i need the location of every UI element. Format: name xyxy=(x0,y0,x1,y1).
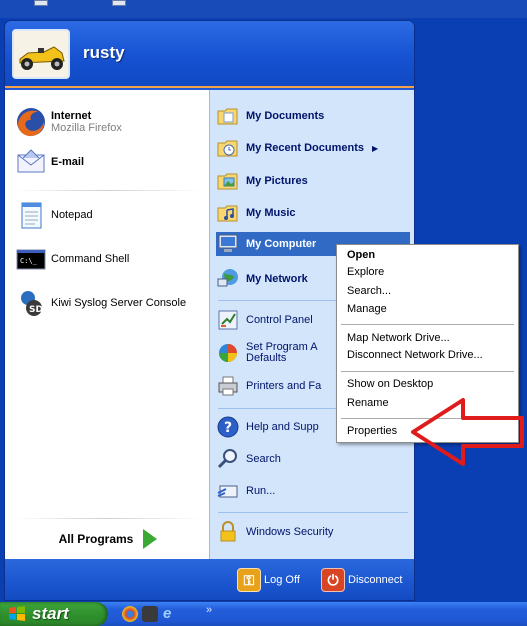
all-programs-button[interactable]: All Programs xyxy=(23,525,193,553)
set-program-access-label-2: Defaults xyxy=(246,352,287,364)
quicklaunch-kiwi-icon[interactable] xyxy=(142,606,158,622)
my-computer-label: My Computer xyxy=(246,238,317,250)
taskbar: start e » xyxy=(0,602,527,626)
start-label: start xyxy=(32,604,69,623)
start-menu-footer: ⚿ Log Off ⏻ Disconnect xyxy=(5,559,414,600)
printers-icon xyxy=(216,374,240,398)
folder-music-icon xyxy=(216,201,240,225)
log-off-label: Log Off xyxy=(264,574,300,586)
pinned-email-title: E-mail xyxy=(51,156,85,168)
user-avatar xyxy=(12,29,70,79)
windows-security[interactable]: Windows Security xyxy=(216,518,410,546)
desktop-icon[interactable] xyxy=(112,0,126,6)
control-panel-icon xyxy=(216,308,240,332)
my-computer-icon xyxy=(216,232,240,256)
recent-kiwi-syslog-label: Kiwi Syslog Server Console xyxy=(51,297,187,309)
my-music-label: My Music xyxy=(246,207,296,219)
separator xyxy=(341,324,514,325)
pinned-email[interactable]: E-mail xyxy=(15,146,84,178)
recent-command-shell-label: Command Shell xyxy=(51,253,130,265)
submenu-arrow-icon: ▶ xyxy=(371,143,379,153)
control-panel-label: Control Panel xyxy=(246,314,313,326)
search-label: Search xyxy=(246,453,281,465)
ctx-show-on-desktop[interactable]: Show on Desktop xyxy=(347,378,433,390)
recent-notepad-label: Notepad xyxy=(51,209,93,221)
desktop-icon[interactable] xyxy=(34,0,48,6)
help-icon: ? xyxy=(216,415,240,439)
folder-documents-icon xyxy=(216,104,240,128)
svg-text:?: ? xyxy=(224,420,232,436)
separator xyxy=(13,190,201,191)
my-network-label: My Network xyxy=(246,273,308,285)
green-arrow-icon xyxy=(143,529,158,549)
start-button[interactable]: start xyxy=(0,602,108,626)
run-label: Run... xyxy=(246,485,276,497)
kiwi-syslog-icon: SD xyxy=(15,287,47,319)
ctx-explore[interactable]: Explore xyxy=(347,266,384,278)
ctx-rename[interactable]: Rename xyxy=(347,397,389,409)
notepad-icon xyxy=(15,199,47,231)
disconnect-power-icon: ⏻ xyxy=(321,568,345,592)
windows-security-label: Windows Security xyxy=(246,526,334,538)
search[interactable]: Search xyxy=(216,445,410,473)
quicklaunch-chrome-icon[interactable] xyxy=(122,606,138,622)
quicklaunch-overflow-chevron[interactable]: » xyxy=(206,604,212,616)
run-icon xyxy=(216,479,240,503)
my-music[interactable]: My Music xyxy=(216,199,410,227)
run[interactable]: Run... xyxy=(216,477,410,505)
help-and-support-label: Help and Supp xyxy=(246,421,319,433)
svg-text:SD: SD xyxy=(29,305,43,315)
my-documents[interactable]: My Documents xyxy=(216,102,410,130)
context-menu: Open Explore Search... Manage Map Networ… xyxy=(336,244,519,443)
ctx-map-network-drive[interactable]: Map Network Drive... xyxy=(347,332,450,344)
pinned-internet-title: Internet xyxy=(51,110,92,122)
log-off-button[interactable]: ⚿ Log Off xyxy=(237,568,300,592)
separator xyxy=(341,418,514,419)
program-defaults-icon xyxy=(216,341,240,365)
windows-security-lock-icon xyxy=(216,520,240,544)
desktop-background xyxy=(0,0,527,18)
ctx-manage[interactable]: Manage xyxy=(347,303,387,315)
start-menu-header: rusty xyxy=(5,21,414,88)
pinned-internet-subtitle: Mozilla Firefox xyxy=(51,122,122,134)
disconnect-button[interactable]: ⏻ Disconnect xyxy=(321,568,402,592)
log-off-key-icon: ⚿ xyxy=(237,568,261,592)
quicklaunch-ie-icon[interactable]: e xyxy=(163,606,179,622)
my-network-icon xyxy=(216,267,240,291)
pinned-internet[interactable]: Internet Mozilla Firefox xyxy=(15,106,122,138)
all-programs-label: All Programs xyxy=(58,532,134,546)
my-documents-label: My Documents xyxy=(246,110,325,122)
my-recent-documents[interactable]: My Recent Documents ▶ xyxy=(216,134,410,162)
ctx-search[interactable]: Search... xyxy=(347,285,391,297)
separator xyxy=(218,512,408,513)
command-prompt-icon: C:\_ xyxy=(15,243,47,275)
user-name: rusty xyxy=(83,43,125,62)
email-envelope-icon xyxy=(15,146,47,178)
my-pictures[interactable]: My Pictures xyxy=(216,167,410,195)
firefox-icon xyxy=(15,106,47,138)
search-icon xyxy=(216,447,240,471)
my-recent-documents-label: My Recent Documents xyxy=(246,142,364,154)
recent-command-shell[interactable]: C:\_ Command Shell xyxy=(15,243,129,275)
separator xyxy=(13,518,201,519)
windows-logo-icon xyxy=(9,606,25,621)
recent-notepad[interactable]: Notepad xyxy=(15,199,93,231)
ctx-properties[interactable]: Properties xyxy=(347,425,397,437)
folder-pictures-icon xyxy=(216,169,240,193)
start-menu-left-pane: Internet Mozilla Firefox E-mail Notepad … xyxy=(5,90,209,559)
ctx-open[interactable]: Open xyxy=(347,249,375,261)
my-pictures-label: My Pictures xyxy=(246,175,308,187)
separator xyxy=(341,371,514,372)
recent-kiwi-syslog[interactable]: SD Kiwi Syslog Server Console xyxy=(15,287,186,319)
ctx-disconnect-network-drive[interactable]: Disconnect Network Drive... xyxy=(347,349,483,361)
recent-documents-icon xyxy=(216,136,240,160)
printers-and-faxes-label: Printers and Fa xyxy=(246,380,322,392)
disconnect-label: Disconnect xyxy=(348,574,403,586)
svg-text:C:\_: C:\_ xyxy=(20,257,38,265)
